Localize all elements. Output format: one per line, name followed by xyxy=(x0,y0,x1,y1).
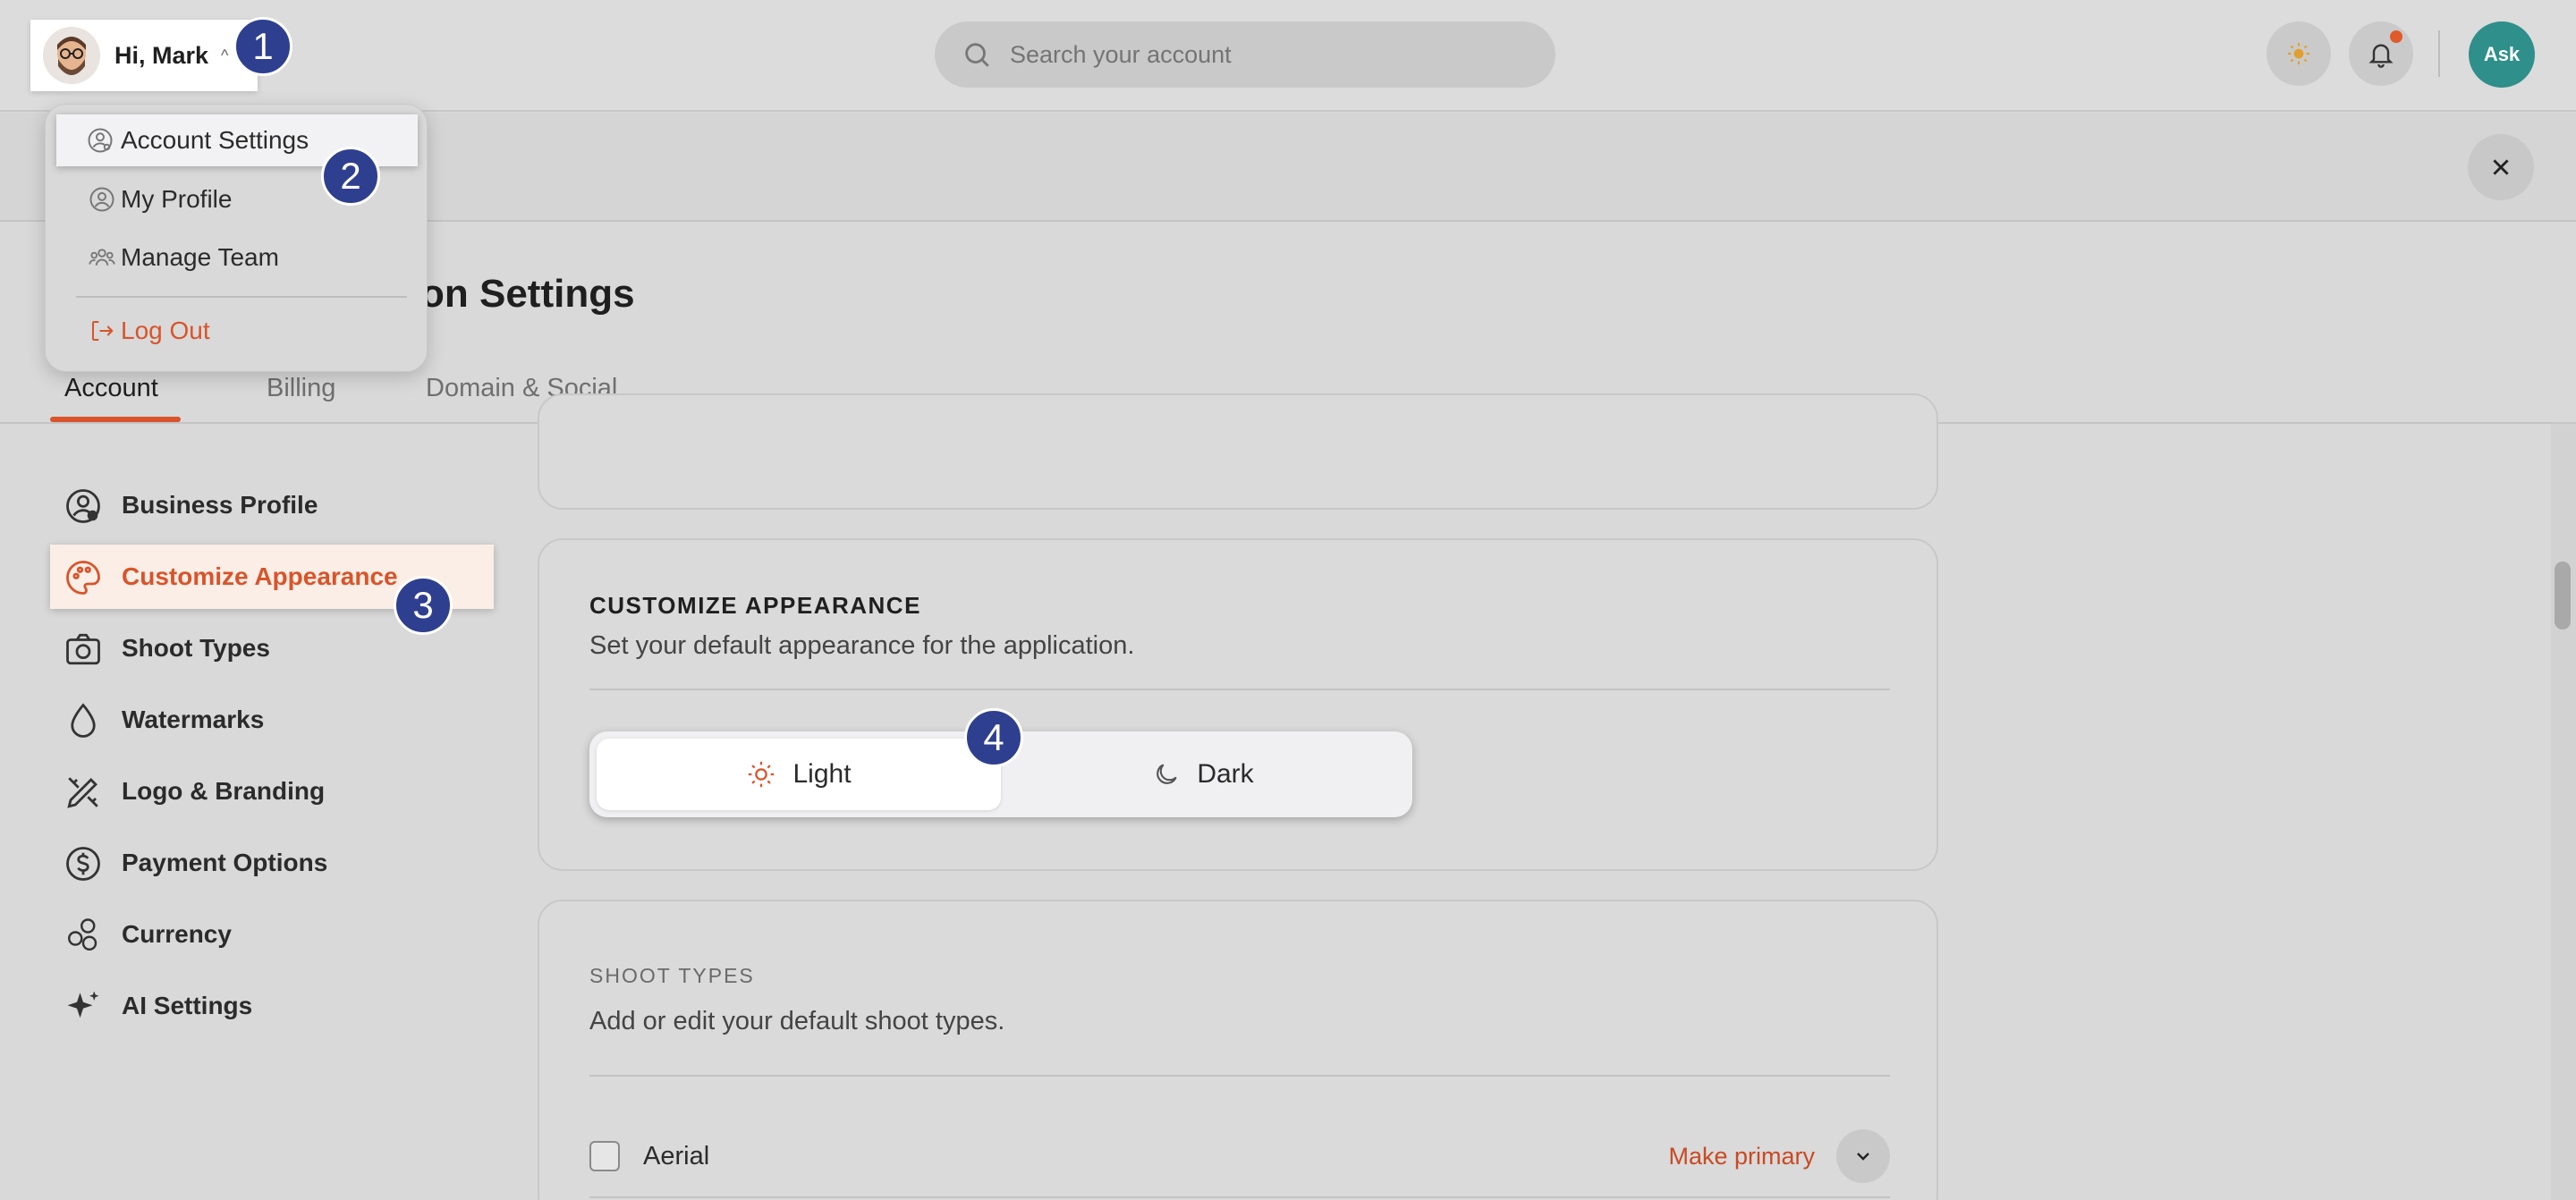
ask-assistant-button[interactable]: Ask xyxy=(2469,21,2535,88)
user-menu: Account Settings My Profile Manage Team … xyxy=(45,104,428,372)
pen-ruler-icon xyxy=(67,777,98,808)
camera-icon xyxy=(66,633,100,665)
customize-appearance-card: CUSTOMIZE APPEARANCE Set your default ap… xyxy=(538,538,1938,871)
sidebar-item-label: AI Settings xyxy=(122,992,253,1019)
page-title: on Settings xyxy=(420,272,635,316)
scrollbar-thumb[interactable] xyxy=(2555,562,2571,630)
section-divider xyxy=(589,1075,1890,1077)
menu-item-label: My Profile xyxy=(121,185,233,213)
section-subtitle: Add or edit your default shoot types. xyxy=(589,1007,1005,1035)
step-badge-3: 3 xyxy=(394,576,453,635)
tab-account[interactable]: Account xyxy=(64,374,158,403)
shoot-type-checkbox[interactable] xyxy=(589,1141,620,1171)
menu-item-label: Account Settings xyxy=(121,126,309,154)
close-button[interactable] xyxy=(2468,134,2534,200)
search-icon xyxy=(965,43,989,67)
theme-toggle-button[interactable] xyxy=(2267,21,2331,86)
sidebar-item-label: Shoot Types xyxy=(122,634,270,662)
sidebar-item-payment-options[interactable]: Payment Options xyxy=(50,831,494,895)
top-bar: Hi, Mark ^ Ask xyxy=(0,0,2576,112)
row-divider xyxy=(589,1196,1890,1198)
dark-mode-label: Dark xyxy=(1197,759,1254,789)
menu-item-log-out[interactable]: Log Out xyxy=(76,305,400,357)
notification-dot xyxy=(2390,30,2402,43)
greeting-text: Hi, Mark xyxy=(114,41,209,69)
notifications-button[interactable] xyxy=(2349,21,2413,86)
sidebar-item-business-profile[interactable]: Business Profile xyxy=(50,473,494,537)
divider xyxy=(2438,30,2440,77)
step-badge-2: 2 xyxy=(321,147,380,206)
sidebar-item-currency[interactable]: Currency xyxy=(50,902,494,967)
search-bar[interactable] xyxy=(935,21,1555,88)
chevron-up-icon: ^ xyxy=(221,46,229,64)
moon-icon xyxy=(1157,764,1177,784)
search-input[interactable] xyxy=(1010,40,1511,69)
menu-item-label: Log Out xyxy=(121,317,210,344)
shoot-types-card: SHOOT TYPES Add or edit your default sho… xyxy=(538,900,1938,1200)
step-badge-4: 4 xyxy=(964,708,1023,767)
user-circle-icon xyxy=(89,187,114,212)
bell-icon xyxy=(2368,44,2394,68)
list-item: Aerial Make primary xyxy=(589,1125,1890,1187)
logout-icon xyxy=(92,321,114,341)
sidebar-item-ai-settings[interactable]: AI Settings xyxy=(50,974,494,1038)
menu-item-label: Manage Team xyxy=(121,243,279,271)
sidebar-item-label: Customize Appearance xyxy=(122,562,398,590)
ask-label: Ask xyxy=(2483,43,2521,65)
user-menu-trigger[interactable]: Hi, Mark ^ xyxy=(30,20,258,91)
sidebar-item-logo-branding[interactable]: Logo & Branding xyxy=(50,759,494,824)
menu-item-manage-team[interactable]: Manage Team xyxy=(76,232,400,283)
dark-mode-option[interactable]: Dark xyxy=(1001,739,1405,810)
previous-section-card xyxy=(538,393,1938,510)
avatar xyxy=(43,27,100,84)
menu-divider xyxy=(76,296,407,298)
user-gear-icon xyxy=(88,128,113,153)
sidebar-item-label: Watermarks xyxy=(122,706,265,733)
light-mode-label: Light xyxy=(792,759,852,789)
close-icon xyxy=(2493,159,2509,175)
scrollbar-track[interactable] xyxy=(2551,424,2576,1200)
light-mode-option[interactable]: Light xyxy=(597,739,1001,810)
user-gear-icon xyxy=(66,489,100,523)
active-tab-indicator xyxy=(50,417,181,422)
step-badge-1: 1 xyxy=(233,17,292,76)
expand-button[interactable] xyxy=(1836,1129,1890,1183)
sun-icon xyxy=(2288,43,2309,64)
sidebar-item-label: Business Profile xyxy=(122,491,318,519)
shoot-type-label: Aerial xyxy=(643,1141,710,1170)
section-heading: CUSTOMIZE APPEARANCE xyxy=(589,592,921,619)
sidebar-item-watermarks[interactable]: Watermarks xyxy=(50,688,494,752)
sidebar-item-label: Currency xyxy=(122,920,232,948)
section-divider xyxy=(589,689,1890,690)
dollar-circle-icon xyxy=(66,847,100,881)
tab-billing[interactable]: Billing xyxy=(267,374,335,403)
section-heading: SHOOT TYPES xyxy=(589,964,755,987)
section-subtitle: Set your default appearance for the appl… xyxy=(589,631,1135,660)
team-icon xyxy=(89,249,115,266)
coins-icon xyxy=(68,918,97,951)
chevron-down-icon xyxy=(1857,1153,1869,1161)
sparkle-icon xyxy=(67,991,99,1018)
make-primary-link[interactable]: Make primary xyxy=(1668,1143,1815,1170)
sun-icon xyxy=(749,761,775,788)
droplet-icon xyxy=(71,703,96,738)
palette-icon xyxy=(66,561,100,595)
sidebar-item-label: Payment Options xyxy=(122,849,328,876)
sidebar-item-label: Logo & Branding xyxy=(122,777,326,805)
